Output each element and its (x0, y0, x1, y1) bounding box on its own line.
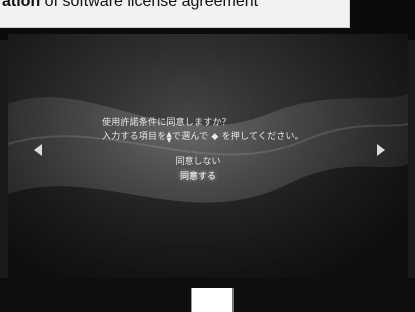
option-disagree[interactable]: 同意しない (8, 155, 408, 170)
prompt-line-2-middle: で選んで (172, 132, 209, 142)
option-agree[interactable]: 同意する (8, 170, 408, 185)
prompt-line-2: 入力する項目を▲ ▼で選んで ◆ を押してください。 (102, 130, 304, 144)
bottom-divider (232, 288, 234, 312)
diamond-button-icon: ◆ (208, 132, 222, 142)
agreement-prompt: 使用許諾条件に同意しますか？ 入力する項目を▲ ▼で選んで ◆ を押してください。 (102, 116, 304, 144)
option-list: 同意しない 同意する (8, 155, 408, 185)
caption-bold-text: ation (2, 0, 41, 10)
caption-text: of software license agreement (44, 0, 259, 10)
prompt-line-2-prefix: 入力する項目を (102, 132, 167, 142)
ps3-screen: 使用許諾条件に同意しますか？ 入力する項目を▲ ▼で選んで ◆ を押してください。… (8, 34, 408, 278)
prompt-line-2-suffix: を押してください。 (221, 132, 304, 142)
prompt-line-1: 使用許諾条件に同意しますか？ (102, 118, 231, 128)
bottom-white-panel (191, 288, 233, 312)
caption-bar: ation of software license agreement (0, 0, 350, 28)
